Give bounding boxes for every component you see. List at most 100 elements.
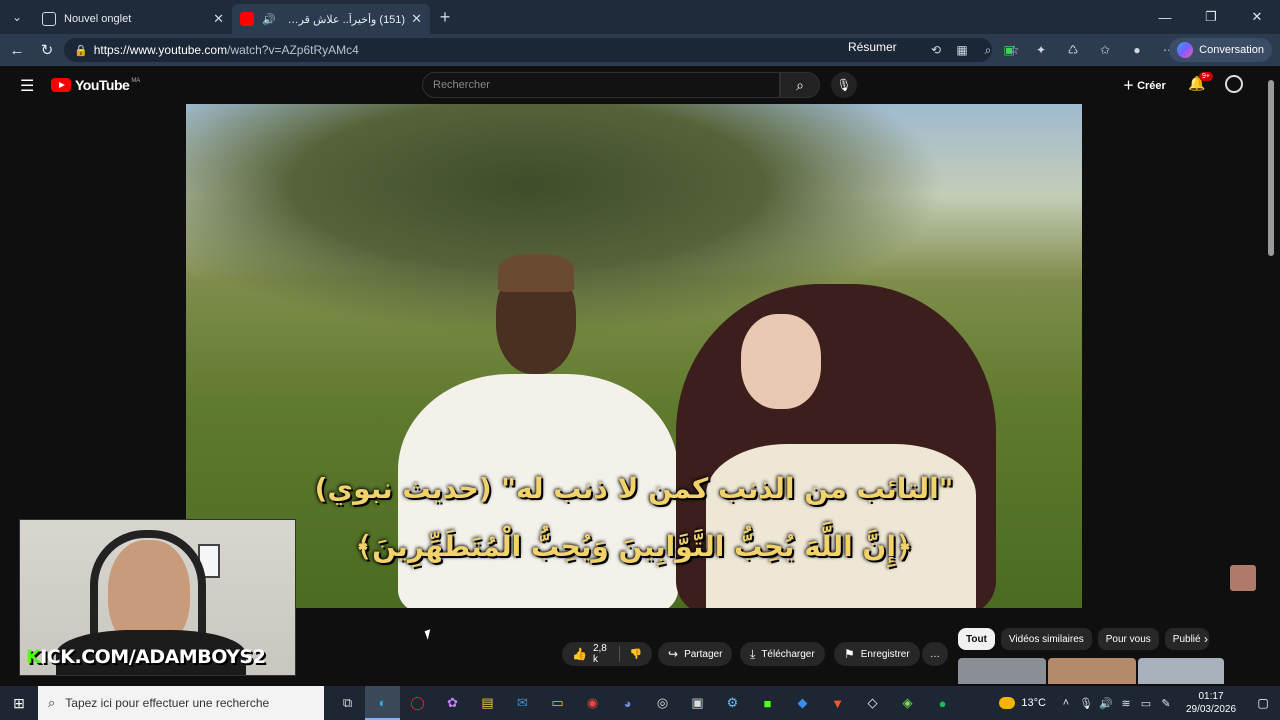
recommendation-thumbnail[interactable]: [1048, 658, 1136, 684]
maximize-button[interactable]: ❐: [1188, 0, 1234, 34]
chip-published[interactable]: Publié: [1164, 628, 1209, 650]
tab-close-icon[interactable]: ✕: [411, 11, 422, 27]
spotify-icon[interactable]: ●: [925, 686, 960, 720]
chrome-icon[interactable]: ◉: [575, 686, 610, 720]
extension-green-icon[interactable]: ▣: [998, 38, 1020, 62]
windows-start-icon[interactable]: ⊞: [0, 686, 38, 720]
share-arrow-icon: ↪: [668, 647, 679, 661]
tab-title: Nouvel onglet: [64, 13, 132, 25]
roblox-icon[interactable]: ◇: [855, 686, 890, 720]
recommendation-thumbnail[interactable]: [958, 658, 1046, 684]
new-tab-button[interactable]: +: [430, 7, 460, 28]
tab-new-tab[interactable]: Nouvel onglet ✕: [34, 4, 232, 34]
recommendation-thumbnail[interactable]: [1138, 658, 1224, 684]
summarize-button[interactable]: Résumer: [848, 40, 897, 54]
chevron-right-icon[interactable]: ›: [1204, 632, 1208, 646]
pen-icon[interactable]: ✎: [1156, 697, 1176, 710]
temperature: 13°C: [1021, 697, 1046, 709]
voice-search-button[interactable]: 🎙: [831, 72, 857, 98]
bluestacks-icon[interactable]: ◈: [890, 686, 925, 720]
edge-browser-icon[interactable]: ◐: [365, 686, 400, 720]
thumbs-up-icon[interactable]: 👍: [572, 647, 587, 661]
kick-app-icon[interactable]: ■: [750, 686, 785, 720]
opera-icon[interactable]: ◯: [400, 686, 435, 720]
system-clock[interactable]: 01:17 29/03/2026: [1176, 690, 1246, 716]
share-button[interactable]: ↪ Partager: [658, 642, 733, 666]
video-subtitle-line-2: ﴿إِنَّ اللَّهَ يُحِبُّ التَّوَّابِينَ وَ…: [355, 530, 913, 563]
obs-icon[interactable]: ◎: [645, 686, 680, 720]
kick-channel-text: ICK.COM/ADAMBOYS2: [40, 646, 266, 668]
wifi-icon[interactable]: ≋: [1116, 697, 1136, 710]
steam-icon[interactable]: ⚙: [715, 686, 750, 720]
video-woman-dress: [706, 444, 976, 608]
extensions-puzzle-icon[interactable]: ✦: [1030, 38, 1052, 62]
file-explorer-icon[interactable]: ▭: [540, 686, 575, 720]
like-count[interactable]: 2,8 k: [593, 643, 609, 665]
outlook-icon[interactable]: ✉: [505, 686, 540, 720]
minimize-button[interactable]: —: [1142, 0, 1188, 34]
refresh-icon[interactable]: ↻: [32, 35, 62, 65]
search-icon: ⌕: [48, 695, 56, 710]
chevron-up-icon[interactable]: ˄: [1056, 697, 1076, 709]
back-arrow-icon[interactable]: ←: [2, 35, 32, 65]
mouse-cursor-icon: [424, 629, 434, 640]
bluetooth-app-icon[interactable]: ◆: [785, 686, 820, 720]
volume-icon[interactable]: 🔊: [1096, 697, 1116, 710]
video-man-cap: [498, 254, 574, 292]
microphone-icon: 🎙: [836, 78, 852, 92]
account-avatar[interactable]: [1225, 75, 1243, 93]
address-toolbar: ← ↻ 🔒 https://www.youtube.com /watch?v=A…: [0, 34, 1280, 66]
youtube-logo[interactable]: YouTube MA: [51, 77, 140, 93]
more-actions-button[interactable]: …: [922, 642, 948, 666]
weather-icon: [999, 697, 1016, 709]
copilot-conversation-button[interactable]: Conversation: [1169, 38, 1272, 62]
plus-icon: ＋: [1123, 80, 1138, 92]
video-player[interactable]: "التائب من الذنب كمن لا ذنب له" (حديث نب…: [186, 104, 1082, 608]
scrollbar-thumb[interactable]: [1268, 80, 1274, 256]
create-button[interactable]: ＋ Créer: [1123, 77, 1166, 93]
close-window-button[interactable]: ✕: [1234, 0, 1280, 34]
speaker-icon[interactable]: 🔊: [262, 13, 276, 26]
battery-icon[interactable]: ▭: [1136, 697, 1156, 710]
microphone-tray-icon[interactable]: 🎙: [1076, 697, 1096, 710]
copilot-icon: [1177, 42, 1194, 58]
search-input[interactable]: Rechercher: [422, 72, 780, 98]
chip-tout[interactable]: Tout: [958, 628, 995, 650]
download-button[interactable]: ⤓ Télécharger: [740, 642, 825, 666]
save-button[interactable]: ⚑ Enregistrer: [834, 642, 920, 666]
create-label: Créer: [1137, 80, 1166, 92]
profile-avatar-icon[interactable]: ●: [1126, 38, 1148, 62]
chip-for-you[interactable]: Pour vous: [1097, 628, 1159, 650]
app-window-icon[interactable]: ▣: [680, 686, 715, 720]
clock-date: 29/03/2026: [1185, 704, 1237, 715]
download-icon: ⤓: [750, 646, 756, 661]
browser-essentials-icon[interactable]: ♺: [1062, 38, 1084, 62]
country-code: MA: [131, 78, 141, 84]
thumbs-down-icon[interactable]: 👎: [630, 649, 642, 660]
task-view-icon[interactable]: ⧉: [330, 686, 365, 720]
notifications-icon[interactable]: ▢: [1246, 696, 1280, 710]
tab-close-icon[interactable]: ✕: [213, 11, 224, 27]
bookmark-icon: ⚑: [844, 647, 855, 661]
tab-youtube-video[interactable]: 🔊 (151) وأخيراً.. علاش قررنا نرجعو! ✕: [232, 4, 430, 34]
menu-icon[interactable]: ☰: [20, 76, 34, 96]
taskbar-apps: ⧉ ◐ ◯ ✿ ▤ ✉ ▭ ◉ ◕ ◎ ▣ ⚙ ■ ◆ ▼ ◇ ◈ ●: [330, 686, 960, 720]
like-dislike-group: 👍 2,8 k 👎: [562, 642, 652, 666]
channel-thumbnail[interactable]: [1230, 565, 1256, 591]
tab-actions-menu[interactable]: ⌄: [0, 0, 34, 34]
save-label: Enregistrer: [860, 648, 910, 660]
taskbar-search-field[interactable]: ⌕ Tapez ici pour effectuer une recherche: [38, 686, 324, 720]
zoom-icon[interactable]: ⌕: [978, 38, 998, 62]
browser-tab-strip: ⌄ Nouvel onglet ✕ 🔊 (151) وأخيراً.. علاش…: [0, 0, 1280, 34]
discord-icon[interactable]: ◕: [610, 686, 645, 720]
search-button[interactable]: ⌕: [780, 72, 820, 98]
brave-icon[interactable]: ▼: [820, 686, 855, 720]
chip-similar-videos[interactable]: Vidéos similaires: [1000, 628, 1092, 650]
page-scrollbar[interactable]: [1263, 66, 1280, 686]
favorites-icon[interactable]: ✩: [1094, 38, 1116, 62]
summarize-icon[interactable]: ⟲: [926, 38, 946, 62]
microsoft-store-icon[interactable]: ▤: [470, 686, 505, 720]
copilot-taskbar-icon[interactable]: ✿: [435, 686, 470, 720]
weather-widget[interactable]: 13°C: [999, 697, 1046, 709]
apps-icon[interactable]: ▦: [952, 38, 972, 62]
